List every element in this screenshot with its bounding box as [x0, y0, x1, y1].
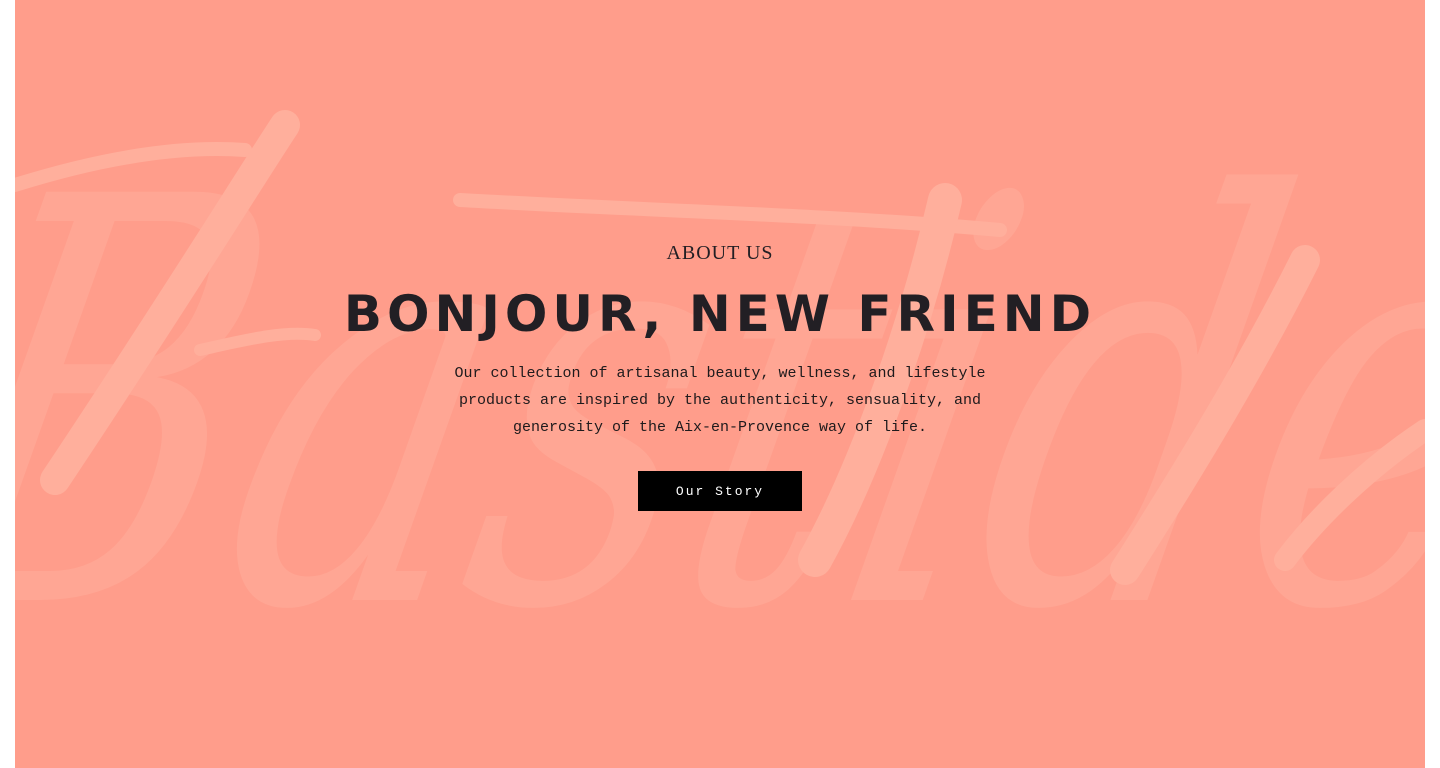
hero-description: Our collection of artisanal beauty, well…: [454, 365, 986, 436]
section-eyebrow: ABOUT US: [666, 242, 774, 264]
about-us-hero: Bastide ABOUT US BONJOUR, NEW FRIEND Our…: [15, 0, 1425, 768]
hero-content: ABOUT US BONJOUR, NEW FRIEND Our collect…: [15, 0, 1425, 768]
our-story-button[interactable]: Our Story: [638, 471, 802, 511]
page: Bastide ABOUT US BONJOUR, NEW FRIEND Our…: [0, 0, 1440, 768]
hero-headline: BONJOUR, NEW FRIEND: [343, 285, 1097, 343]
